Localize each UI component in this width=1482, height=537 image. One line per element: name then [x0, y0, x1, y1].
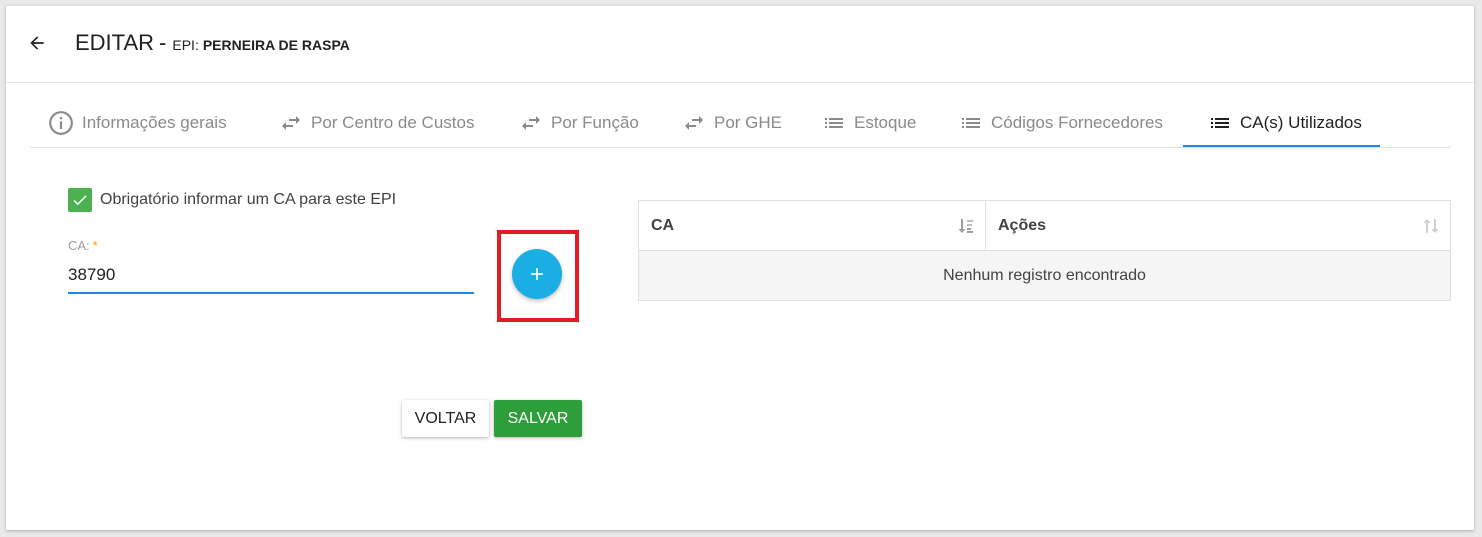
- ca-required-checkbox-row[interactable]: Obrigatório informar um CA para este EPI: [68, 188, 396, 212]
- plus-icon: [531, 268, 543, 280]
- entity-name: PERNEIRA DE RASPA: [202, 37, 350, 53]
- page-title: EDITAR - EPI: PERNEIRA DE RASPA: [75, 30, 350, 60]
- ca-field-label: CA: *: [68, 238, 98, 253]
- empty-message: Nenhum registro encontrado: [943, 266, 1146, 284]
- tab-label: Informações gerais: [82, 112, 227, 132]
- tab-label: Códigos Fornecedores: [991, 112, 1163, 132]
- required-mark: *: [92, 238, 98, 253]
- swap-arrows-icon: [522, 115, 540, 130]
- arrow-left-icon: [30, 36, 44, 50]
- list-icon: [825, 117, 843, 128]
- tab-label: Por Centro de Custos: [311, 112, 475, 132]
- tab-label: Por GHE: [714, 112, 783, 132]
- tab-por-centro-de-custos[interactable]: Por Centro de Custos: [279, 98, 474, 147]
- info-icon: [49, 110, 73, 135]
- add-ca-button[interactable]: [512, 249, 562, 299]
- tab-bar: Informações gerais Por Centro de Custos …: [30, 98, 1451, 148]
- edit-card: EDITAR - EPI: PERNEIRA DE RASPA Informaç…: [6, 6, 1474, 530]
- sort-descending-icon: [958, 219, 973, 233]
- tab-cas-utilizados[interactable]: CA(s) Utilizados: [1208, 98, 1362, 147]
- tab-estoque[interactable]: Estoque: [822, 98, 916, 147]
- tab-informacoes-gerais[interactable]: Informações gerais: [48, 98, 227, 147]
- entity-prefix: EPI:: [172, 37, 199, 53]
- page-title-separator: -: [159, 30, 167, 55]
- table-header-row: CA Ações: [639, 201, 1450, 251]
- swap-arrows-icon: [282, 115, 300, 130]
- ca-required-label: Obrigatório informar um CA para este EPI: [100, 191, 397, 208]
- list-icon: [1211, 117, 1229, 128]
- column-header-acoes[interactable]: Ações: [986, 201, 1450, 250]
- check-icon: [73, 195, 87, 206]
- ca-table: CA Ações Nenhum registro encontrado: [638, 200, 1451, 301]
- page-header: EDITAR - EPI: PERNEIRA DE RASPA: [6, 6, 1474, 83]
- sort-icon: [1423, 219, 1439, 233]
- table-empty-row: Nenhum registro encontrado: [639, 251, 1450, 300]
- tab-label: CA(s) Utilizados: [1240, 112, 1362, 132]
- back-arrow-button[interactable]: [24, 30, 50, 56]
- tab-label: Estoque: [854, 112, 917, 132]
- column-header-label: CA: [651, 216, 675, 234]
- tab-label: Por Função: [551, 112, 639, 132]
- column-header-label: Ações: [998, 216, 1047, 234]
- back-button[interactable]: VOLTAR: [402, 400, 489, 437]
- save-button[interactable]: SALVAR: [494, 400, 582, 437]
- tab-por-ghe[interactable]: Por GHE: [682, 98, 782, 147]
- ca-required-checkbox[interactable]: [68, 188, 92, 212]
- active-tab-indicator: [1183, 145, 1380, 147]
- swap-arrows-icon: [685, 115, 703, 130]
- column-header-ca[interactable]: CA: [639, 201, 986, 250]
- ca-label-text: CA:: [68, 238, 90, 253]
- list-icon: [962, 117, 980, 128]
- ca-input[interactable]: [68, 258, 474, 294]
- page-title-main: EDITAR: [75, 30, 155, 55]
- tab-codigos-fornecedores[interactable]: Códigos Fornecedores: [959, 98, 1163, 147]
- tab-por-funcao[interactable]: Por Função: [519, 98, 639, 147]
